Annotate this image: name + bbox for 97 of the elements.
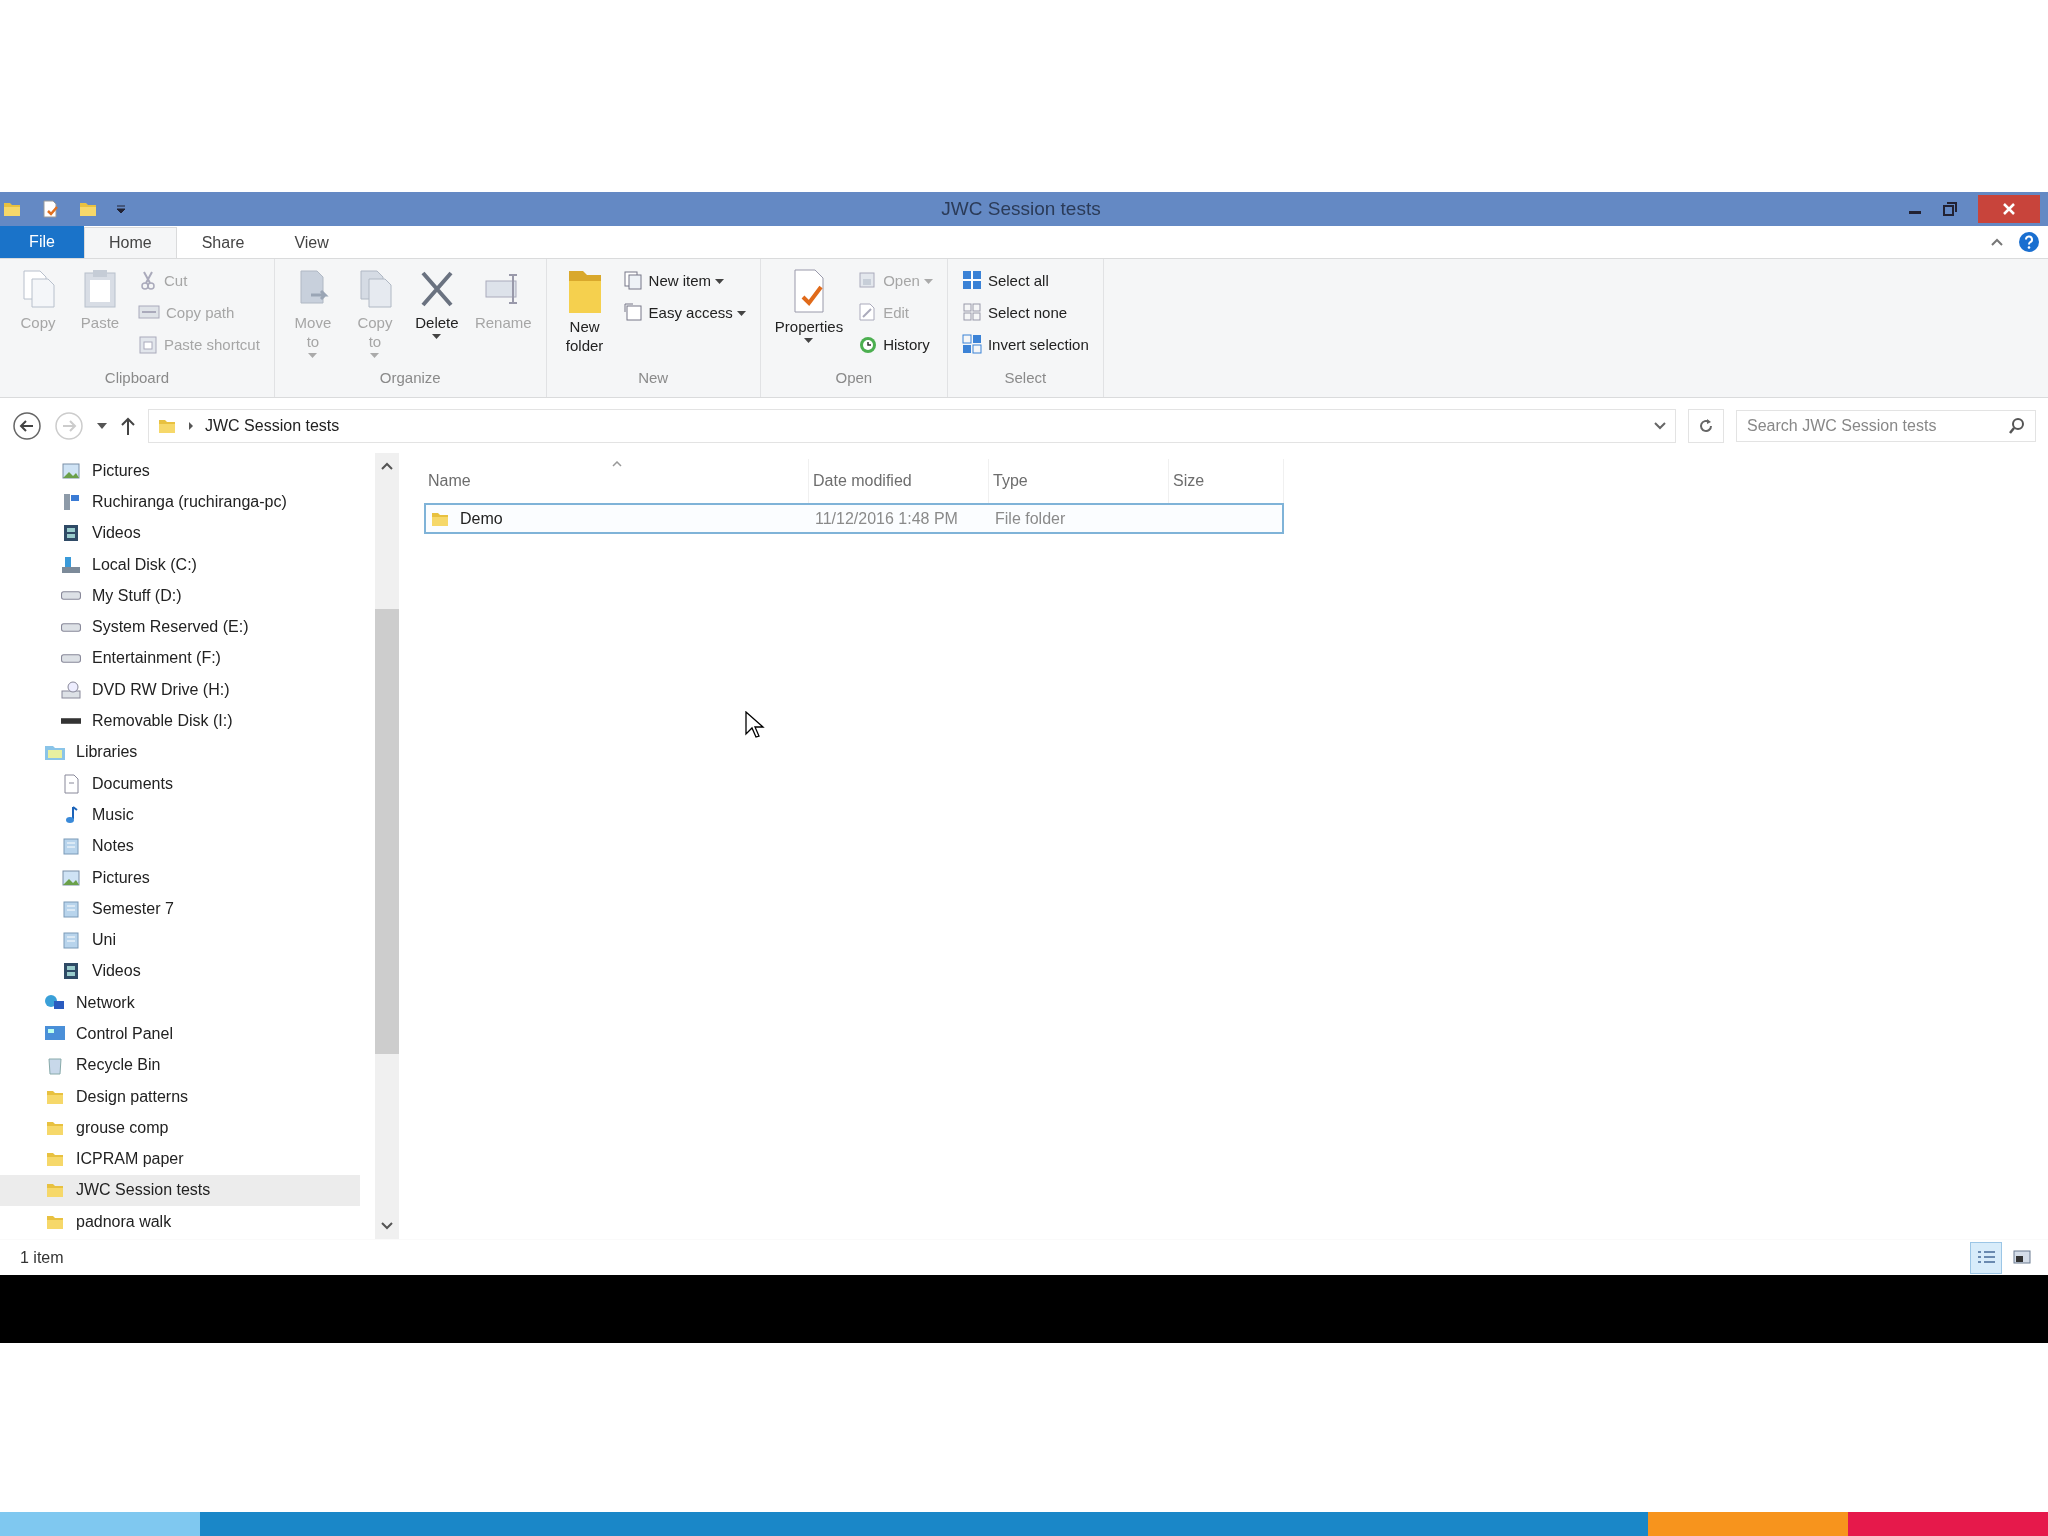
caret-icon[interactable] <box>804 338 814 344</box>
file-tab[interactable]: File <box>0 226 84 258</box>
ribbon-button[interactable]: New folder <box>556 265 613 357</box>
nav-item[interactable]: System Reserved (E:) <box>0 611 360 643</box>
history-icon <box>857 334 878 354</box>
nav-item[interactable]: Network <box>0 987 360 1019</box>
caret-icon[interactable] <box>736 310 746 317</box>
breadcrumb[interactable]: JWC Session tests <box>205 416 340 435</box>
search-icon[interactable] <box>2008 416 2026 435</box>
nav-item[interactable]: Control Panel <box>0 1018 360 1050</box>
nav-item[interactable]: Pictures <box>0 455 360 487</box>
pointer-icon <box>745 711 765 739</box>
drive-icon <box>60 622 82 632</box>
nav-item[interactable]: Uni <box>0 924 360 956</box>
dropdown-icon[interactable] <box>1653 420 1667 431</box>
local-disk-icon <box>60 554 82 575</box>
ribbon-button[interactable]: New item <box>618 265 750 295</box>
restore-icon[interactable] <box>1942 201 1958 217</box>
item-count: 1 item <box>20 1248 64 1267</box>
nav-item[interactable]: Recycle Bin <box>0 1049 360 1081</box>
easy-access-icon <box>622 302 643 322</box>
address-field[interactable]: JWC Session tests <box>148 408 1676 443</box>
ribbon-button[interactable]: History <box>853 329 937 359</box>
open-icon <box>857 270 878 290</box>
nav-item[interactable]: padnora walk <box>0 1206 360 1238</box>
library-icon <box>60 836 82 857</box>
invert-selection-icon <box>961 334 982 354</box>
group-label: New <box>637 369 670 388</box>
sort-indicator-icon <box>612 461 622 467</box>
refresh-button[interactable] <box>1688 408 1724 443</box>
table-cell-text: File folder <box>994 509 1067 528</box>
scroll-thumb[interactable] <box>375 609 399 1054</box>
nav-item[interactable]: Removable Disk (I:) <box>0 705 360 737</box>
caret-icon[interactable] <box>715 278 725 285</box>
nav-item[interactable]: Videos <box>0 955 360 988</box>
group-label: Select <box>1003 369 1048 388</box>
up-arrow-icon[interactable] <box>120 415 136 436</box>
help-icon[interactable] <box>2018 231 2040 253</box>
scrollbar[interactable] <box>375 453 399 1239</box>
ribbon-button[interactable]: Invert selection <box>957 329 1093 359</box>
nav-item[interactable]: DVD RW Drive (H:) <box>0 674 360 706</box>
back-icon[interactable] <box>12 410 42 441</box>
ribbon-button[interactable]: Delete <box>408 265 465 342</box>
customize-icon[interactable] <box>116 204 126 214</box>
library-icon <box>60 898 82 919</box>
dvd-drive-icon <box>60 679 82 700</box>
nav-item[interactable]: Pictures <box>0 861 360 894</box>
nav-item[interactable]: grouse comp <box>0 1112 360 1144</box>
nav-item[interactable]: Music <box>0 799 360 831</box>
table-cell-text: 11/12/2016 1:48 PM <box>814 509 959 528</box>
ribbon-tab[interactable]: View <box>269 227 354 258</box>
collapse-ribbon-icon[interactable] <box>1990 237 2004 247</box>
details-view-icon[interactable] <box>1970 1241 2002 1274</box>
nav-item[interactable]: Design patterns <box>0 1080 360 1113</box>
close-icon[interactable] <box>2003 203 2015 215</box>
scissors-icon <box>138 270 158 290</box>
ribbon-tab[interactable]: Home <box>84 227 177 258</box>
ribbon-button[interactable]: Select none <box>957 297 1093 327</box>
select-all-icon <box>961 270 982 290</box>
nav-item[interactable]: Notes <box>0 830 360 862</box>
picture-icon <box>60 867 82 888</box>
search-field[interactable]: Search JWC Session tests <box>1736 409 2036 442</box>
nav-item[interactable]: Ruchiranga (ruchiranga-pc) <box>0 486 360 518</box>
nav-item[interactable]: Documents <box>0 767 360 800</box>
caret-icon[interactable] <box>432 334 442 340</box>
file-row[interactable]: Demo 11/12/2016 1:48 PM File folder <box>424 503 1284 534</box>
drive-icon <box>60 653 82 663</box>
nav-item[interactable]: Libraries <box>0 736 360 768</box>
window-title: JWC Session tests <box>940 198 1102 220</box>
nav-item[interactable]: Local Disk (C:) <box>0 548 360 581</box>
properties-icon[interactable] <box>40 199 60 219</box>
chevron-icon[interactable] <box>187 420 195 431</box>
ribbon-button[interactable]: Properties <box>770 265 848 346</box>
ribbon-tab[interactable]: Share <box>176 227 270 258</box>
nav-item[interactable]: JWC Session tests <box>0 1174 360 1207</box>
recent-locations-icon[interactable] <box>96 421 108 430</box>
close-button[interactable] <box>1978 195 2040 223</box>
nav-item[interactable]: Semester 7 <box>0 893 360 925</box>
ribbon-button[interactable]: Easy access <box>618 297 750 327</box>
new-item-icon <box>622 270 643 290</box>
ribbon-button[interactable]: Select all <box>957 265 1093 295</box>
group-label: Organize <box>378 369 442 388</box>
nav-item[interactable]: ICPRAM paper <box>0 1143 360 1175</box>
group-label: Clipboard <box>103 369 171 388</box>
refresh-icon[interactable] <box>1699 418 1713 433</box>
nav-item[interactable]: My Stuff (D:) <box>0 580 360 612</box>
paste-shortcut-icon <box>138 334 158 354</box>
library-icon <box>60 930 82 951</box>
group-label: Open <box>834 369 874 388</box>
nav-item[interactable]: Entertainment (F:) <box>0 642 360 675</box>
picture-icon <box>60 460 82 481</box>
drive-icon <box>60 591 82 601</box>
nav-item[interactable]: Videos <box>0 517 360 549</box>
edit-icon <box>857 302 878 322</box>
file-name: Demo <box>460 509 503 528</box>
copy-path-icon <box>138 303 160 321</box>
select-none-icon <box>961 302 982 322</box>
